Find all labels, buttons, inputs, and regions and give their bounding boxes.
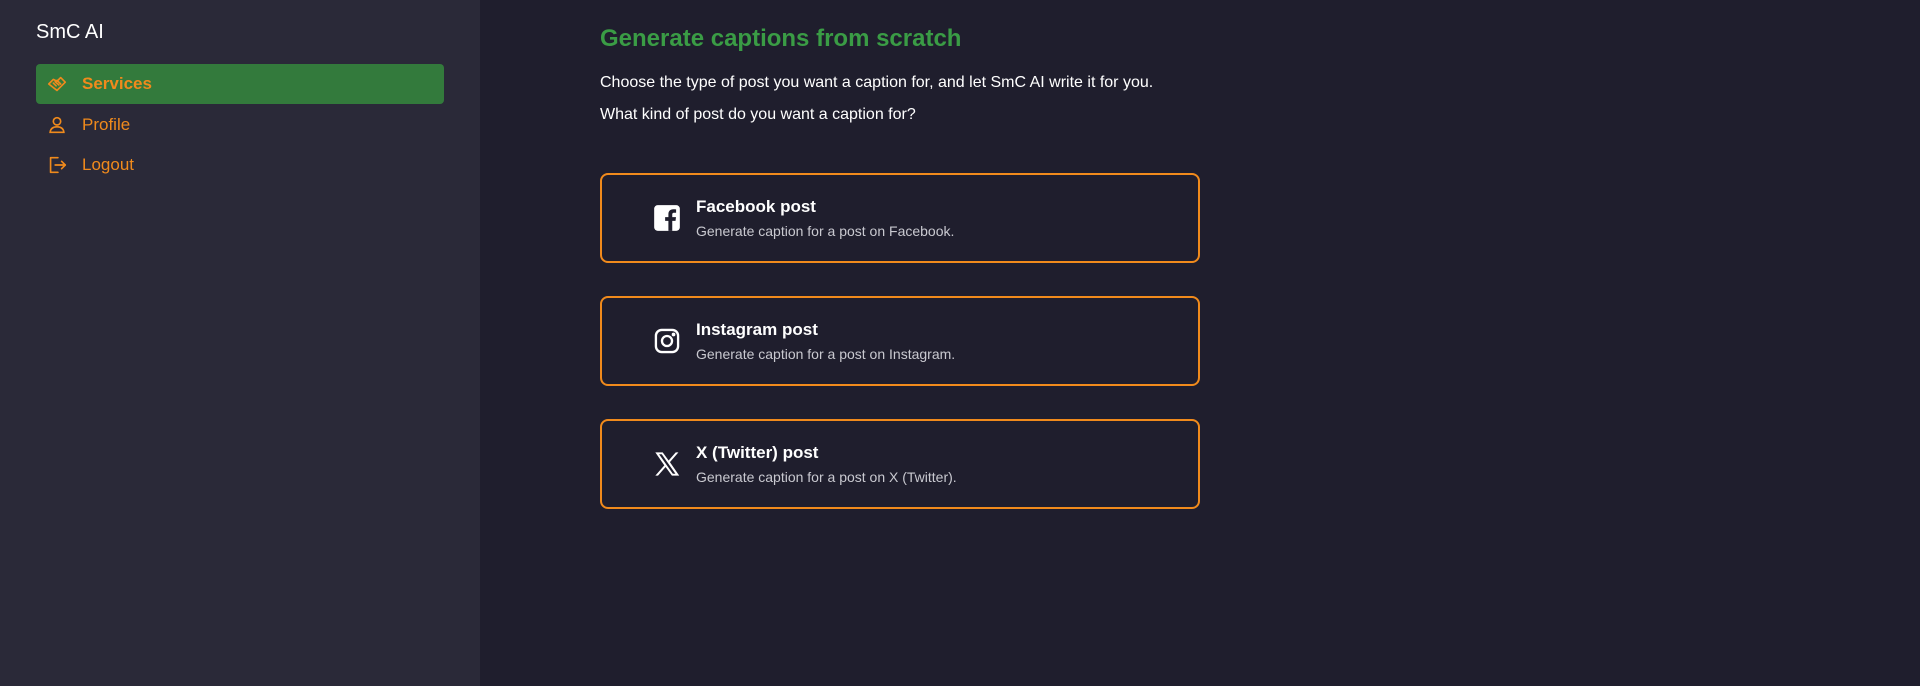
- intro-text: Choose the type of post you want a capti…: [600, 74, 1154, 91]
- user-icon: [46, 114, 68, 136]
- card-text: Facebook post Generate caption for a pos…: [696, 197, 954, 240]
- sidebar-item-label: Services: [82, 74, 152, 93]
- app-brand: SmC AI: [36, 21, 104, 43]
- card-text: X (Twitter) post Generate caption for a …: [696, 443, 957, 486]
- sidebar: SmC AI Services Profile Logout: [0, 0, 480, 686]
- sidebar-item-label: Profile: [82, 114, 131, 134]
- question-text: What kind of post do you want a caption …: [600, 106, 916, 123]
- handshake-icon: [46, 73, 68, 95]
- main-content: Generate captions from scratch Choose th…: [480, 0, 1920, 686]
- card-title: Facebook post: [696, 196, 816, 216]
- facebook-post-card[interactable]: Facebook post Generate caption for a pos…: [600, 173, 1200, 263]
- card-title: X (Twitter) post: [696, 442, 819, 462]
- sidebar-item-profile[interactable]: Profile: [36, 105, 444, 145]
- page-title: Generate captions from scratch: [600, 25, 962, 52]
- logout-icon: [46, 154, 68, 176]
- card-description: Generate caption for a post on Instagram…: [696, 345, 956, 362]
- sidebar-item-label: Logout: [82, 155, 134, 174]
- post-type-list: Facebook post Generate caption for a pos…: [600, 173, 1920, 509]
- facebook-icon: [652, 203, 682, 233]
- sidebar-item-services[interactable]: Services: [36, 64, 444, 104]
- sidebar-item-logout[interactable]: Logout: [36, 145, 444, 185]
- x-twitter-icon: [652, 449, 682, 479]
- app-root: SmC AI Services Profile Logout Generate …: [0, 0, 1920, 686]
- instagram-icon: [652, 326, 682, 356]
- card-title: Instagram post: [696, 319, 818, 339]
- card-description: Generate caption for a post on Facebook.: [696, 222, 955, 239]
- instagram-post-card[interactable]: Instagram post Generate caption for a po…: [600, 296, 1200, 386]
- card-text: Instagram post Generate caption for a po…: [696, 320, 955, 363]
- card-description: Generate caption for a post on X (Twitte…: [696, 468, 957, 485]
- sidebar-nav: Services Profile Logout: [36, 64, 444, 185]
- x-twitter-post-card[interactable]: X (Twitter) post Generate caption for a …: [600, 419, 1200, 509]
